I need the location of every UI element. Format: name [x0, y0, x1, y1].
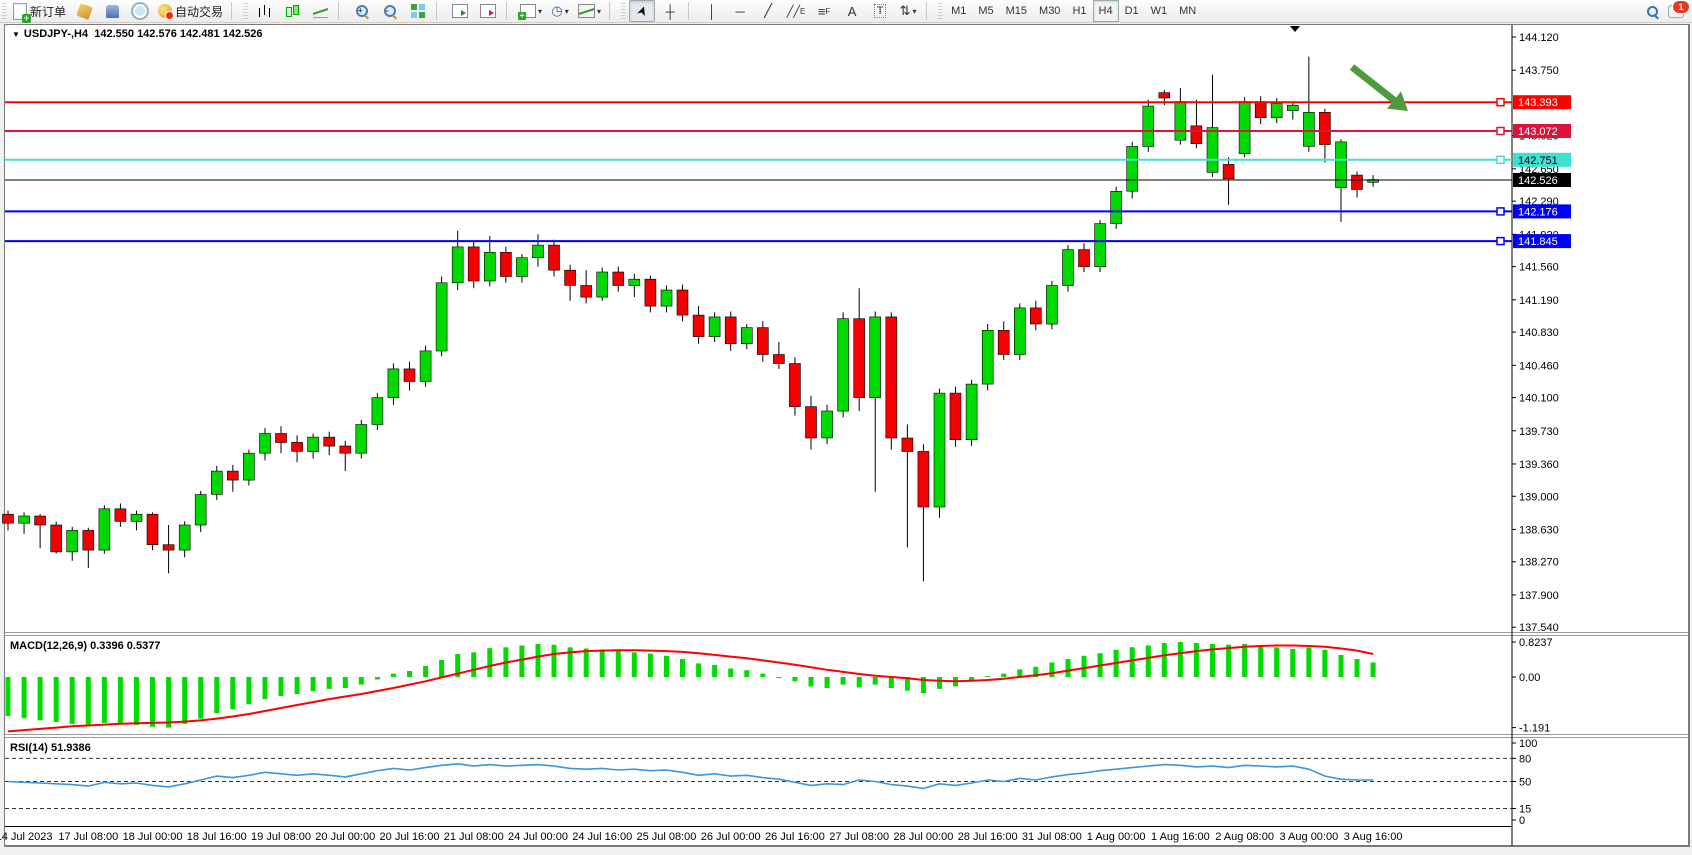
time-axis-label: 26 Jul 16:00 [765, 831, 825, 843]
price-tick-label: 139.000 [1519, 491, 1559, 503]
time-axis-label: 14 Jul 2023 [0, 831, 52, 843]
rsi-scale-label: 0 [1519, 815, 1525, 827]
time-axis-label: 28 Jul 00:00 [893, 831, 953, 843]
price-tick-label: 139.360 [1519, 459, 1559, 471]
hline-handle[interactable] [1497, 208, 1504, 215]
time-axis-label: 3 Aug 00:00 [1279, 831, 1338, 843]
rsi-pane: 100 80 50 150 [5, 738, 1537, 827]
time-axis-label: 24 Jul 16:00 [572, 831, 632, 843]
macd-scale-label: 0.00 [1519, 672, 1540, 684]
rsi-line [8, 764, 1373, 789]
price-tag-label: 143.393 [1518, 97, 1558, 109]
mt4-app: { "toolbar": { "new_order_label": "新订单",… [0, 0, 1692, 850]
time-axis-label: 19 Jul 08:00 [251, 831, 311, 843]
macd-pane: 0.8237 0.00 -1.191 [6, 637, 1553, 735]
price-tick-label: 139.730 [1519, 426, 1559, 438]
chart-title: ▼ USDJPY-,H4 142.550 142.576 142.481 142.… [12, 28, 262, 40]
time-axis-label: 3 Aug 16:00 [1344, 831, 1403, 843]
price-tick-label: 138.630 [1519, 524, 1559, 536]
time-axis-label: 28 Jul 16:00 [958, 831, 1018, 843]
candlesticks [3, 57, 1379, 582]
rsi-scale-label: 80 [1519, 753, 1531, 765]
price-tick-label: 137.540 [1519, 622, 1559, 634]
symbol-collapse-icon[interactable]: ▼ [12, 30, 20, 39]
macd-scale-label: -1.191 [1519, 723, 1550, 735]
rsi-scale-label: 100 [1519, 738, 1537, 750]
chart-canvas[interactable]: 144.120143.750143.020142.650142.290141.9… [0, 0, 1692, 850]
time-axis-label: 1 Aug 16:00 [1151, 831, 1210, 843]
price-tag-label: 142.526 [1518, 175, 1558, 187]
price-tick-label: 140.100 [1519, 393, 1559, 405]
rsi-label: RSI(14) 51.9386 [10, 742, 91, 754]
time-axis-label: 20 Jul 16:00 [380, 831, 440, 843]
price-tick-label: 141.190 [1519, 295, 1559, 307]
price-tick-label: 140.460 [1519, 360, 1559, 372]
price-tick-label: 140.830 [1519, 327, 1559, 339]
rsi-scale-label: 15 [1519, 804, 1531, 816]
macd-label: MACD(12,26,9) 0.3396 0.5377 [10, 640, 160, 652]
rsi-scale-label: 50 [1519, 777, 1531, 789]
time-axis-label: 21 Jul 08:00 [444, 831, 504, 843]
time-axis-label: 18 Jul 16:00 [187, 831, 247, 843]
hline-handle[interactable] [1497, 156, 1504, 163]
time-axis-label: 17 Jul 08:00 [58, 831, 118, 843]
time-axis-label: 1 Aug 00:00 [1087, 831, 1146, 843]
chart-window-border [5, 25, 1689, 846]
time-axis-label: 18 Jul 00:00 [123, 831, 183, 843]
hline-handle[interactable] [1497, 238, 1504, 245]
time-axis-label: 25 Jul 08:00 [636, 831, 696, 843]
scroll-marker-icon[interactable] [1290, 26, 1300, 32]
arrow-annotation[interactable] [1352, 67, 1408, 111]
price-tag-label: 142.176 [1518, 206, 1558, 218]
price-tick-label: 138.270 [1519, 557, 1559, 569]
price-tick-label: 137.900 [1519, 590, 1559, 602]
symbol-period-label: USDJPY-,H4 [24, 28, 88, 40]
time-axis-label: 24 Jul 00:00 [508, 831, 568, 843]
time-axis-label: 20 Jul 00:00 [315, 831, 375, 843]
time-axis-label: 26 Jul 00:00 [701, 831, 761, 843]
time-axis-label: 27 Jul 08:00 [829, 831, 889, 843]
price-tick-label: 144.120 [1519, 32, 1559, 44]
time-axis-label: 31 Jul 08:00 [1022, 831, 1082, 843]
hline-handle[interactable] [1497, 99, 1504, 106]
time-axis-label: 2 Aug 08:00 [1215, 831, 1274, 843]
price-tag-label: 141.845 [1518, 236, 1558, 248]
price-tick-label: 141.560 [1519, 262, 1559, 274]
macd-scale-label: 0.8237 [1519, 637, 1553, 649]
price-tag-label: 142.751 [1518, 155, 1558, 167]
price-tag-label: 143.072 [1518, 126, 1558, 138]
ohlc-readout: 142.550 142.576 142.481 142.526 [94, 28, 262, 40]
macd-signal-line [8, 646, 1373, 732]
price-tick-label: 143.750 [1519, 65, 1559, 77]
hline-handle[interactable] [1497, 128, 1504, 135]
